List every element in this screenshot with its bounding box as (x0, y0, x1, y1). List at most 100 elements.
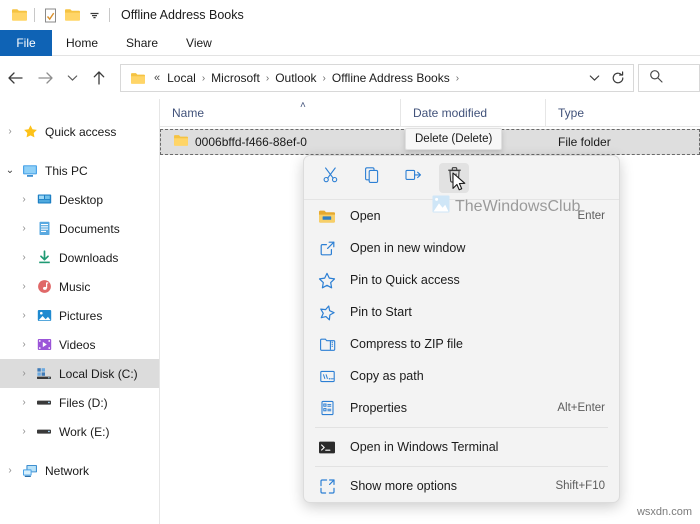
zip-icon (316, 334, 338, 354)
sidebar-item-pictures[interactable]: › Pictures (0, 301, 159, 330)
menu-item-show-more-options[interactable]: Show more options Shift+F10 (304, 470, 619, 502)
music-icon (34, 278, 54, 296)
rename-button[interactable] (398, 163, 428, 193)
properties-icon (316, 398, 338, 418)
file-name-cell[interactable]: 0006bffd-f466-88ef-0 (161, 134, 401, 150)
sidebar-spacer (0, 146, 159, 156)
menu-item-open-in-windows-terminal[interactable]: Open in Windows Terminal (304, 431, 619, 463)
network-icon (20, 462, 40, 480)
sidebar-item-label: Quick access (45, 125, 116, 139)
address-bar[interactable]: « Local › Microsoft › Outlook › Offline … (120, 64, 634, 92)
chevron-right-icon[interactable]: › (14, 252, 34, 263)
external-window-icon (316, 238, 338, 258)
sidebar-item-network[interactable]: › Network (0, 456, 159, 485)
tab-file[interactable]: File (0, 30, 52, 56)
menu-item-label: Open in new window (350, 241, 605, 255)
sidebar-item-documents[interactable]: › Documents (0, 214, 159, 243)
breadcrumb-item-offline-address-books[interactable]: Offline Address Books (329, 71, 453, 85)
breadcrumb-item-local[interactable]: Local (164, 71, 199, 85)
downloads-icon (34, 249, 54, 267)
menu-item-open[interactable]: Open Enter (304, 200, 619, 232)
tab-share[interactable]: Share (112, 30, 172, 56)
menu-item-accelerator: Alt+Enter (557, 402, 605, 414)
tab-home[interactable]: Home (52, 30, 112, 56)
cut-button[interactable] (316, 163, 346, 193)
breadcrumb-item-microsoft[interactable]: Microsoft (208, 71, 263, 85)
menu-item-copy-as-path[interactable]: Copy as path (304, 360, 619, 392)
column-header-date-modified[interactable]: Date modified (400, 99, 545, 127)
chevron-right-icon[interactable]: › (0, 465, 20, 476)
chevron-right-icon[interactable]: › (14, 368, 34, 379)
sidebar-spacer (0, 446, 159, 456)
qat-dropdown-icon[interactable] (83, 4, 105, 26)
menu-item-compress-to-zip[interactable]: Compress to ZIP file (304, 328, 619, 360)
sidebar-item-downloads[interactable]: › Downloads (0, 243, 159, 272)
footer-watermark: wsxdn.com (637, 506, 692, 518)
menu-item-label: Pin to Start (350, 305, 605, 319)
history-dropdown-icon[interactable] (583, 66, 605, 90)
sidebar-item-files-d[interactable]: › Files (D:) (0, 388, 159, 417)
up-arrow-icon[interactable] (84, 63, 114, 93)
column-header-name[interactable]: Name ˄ (160, 99, 400, 127)
sidebar-item-desktop[interactable]: › Desktop (0, 185, 159, 214)
drive-icon (34, 423, 54, 441)
chevron-right-icon[interactable]: › (14, 223, 34, 234)
chevron-right-icon[interactable]: › (14, 339, 34, 350)
sidebar-item-work-e[interactable]: › Work (E:) (0, 417, 159, 446)
refresh-icon[interactable] (607, 66, 629, 90)
breadcrumb-separator[interactable]: › (263, 73, 272, 84)
menu-item-open-in-new-window[interactable]: Open in new window (304, 232, 619, 264)
breadcrumb-separator[interactable]: › (320, 73, 329, 84)
sidebar-item-label: Documents (59, 222, 120, 236)
sidebar-item-videos[interactable]: › Videos (0, 330, 159, 359)
copy-button[interactable] (357, 163, 387, 193)
column-header-type[interactable]: Type (545, 99, 665, 127)
sidebar-item-this-pc[interactable]: ⌄ This PC (0, 156, 159, 185)
file-explorer-window: Offline Address Books File Home Share Vi… (0, 0, 700, 524)
menu-item-properties[interactable]: Properties Alt+Enter (304, 392, 619, 424)
search-icon (649, 69, 663, 88)
folder-open-icon (316, 206, 338, 226)
more-options-icon (316, 476, 338, 496)
menu-item-label: Open (350, 209, 578, 223)
forward-arrow-icon[interactable] (30, 63, 60, 93)
breadcrumb-item-outlook[interactable]: Outlook (272, 71, 319, 85)
chevron-right-icon[interactable]: › (14, 310, 34, 321)
trash-icon (446, 166, 463, 189)
column-headers: Name ˄ Date modified Type (160, 99, 700, 127)
breadcrumb-separator[interactable]: › (199, 73, 208, 84)
star-icon (20, 123, 40, 141)
navigation-pane: › Quick access ⌄ This PC (0, 99, 160, 524)
column-header-label: Date modified (413, 106, 487, 120)
breadcrumb-overflow[interactable]: « (149, 72, 164, 84)
sidebar-item-music[interactable]: › Music (0, 272, 159, 301)
sidebar-item-label: Local Disk (C:) (59, 367, 138, 381)
properties-icon[interactable] (39, 4, 61, 26)
new-folder-icon[interactable] (61, 4, 83, 26)
chevron-right-icon[interactable]: › (14, 397, 34, 408)
sidebar-item-label: Pictures (59, 309, 102, 323)
chevron-down-icon[interactable]: ⌄ (0, 165, 20, 176)
breadcrumb[interactable]: « Local › Microsoft › Outlook › Offline … (149, 71, 583, 85)
menu-item-pin-to-start[interactable]: Pin to Start (304, 296, 619, 328)
sort-ascending-icon: ˄ (300, 100, 306, 111)
qat-separator-1 (34, 8, 35, 22)
delete-button[interactable] (439, 163, 469, 193)
search-input[interactable] (638, 64, 700, 92)
context-menu: Open Enter Open in new window Pin to Qui… (303, 155, 620, 503)
menu-item-pin-to-quick-access[interactable]: Pin to Quick access (304, 264, 619, 296)
chevron-right-icon[interactable]: › (14, 281, 34, 292)
folder-icon[interactable] (8, 4, 30, 26)
chevron-right-icon[interactable]: › (14, 426, 34, 437)
chevron-right-icon[interactable]: › (14, 194, 34, 205)
recent-locations-icon[interactable] (60, 63, 84, 93)
drive-icon (34, 394, 54, 412)
sidebar-item-quick-access[interactable]: › Quick access (0, 117, 159, 146)
window-title: Offline Address Books (121, 8, 244, 22)
breadcrumb-separator[interactable]: › (453, 73, 462, 84)
back-arrow-icon[interactable] (0, 63, 30, 93)
sidebar-item-local-disk-c[interactable]: › Local Disk (C:) (0, 359, 159, 388)
menu-item-label: Show more options (350, 479, 555, 493)
chevron-right-icon[interactable]: › (0, 126, 20, 137)
tab-view[interactable]: View (172, 30, 226, 56)
